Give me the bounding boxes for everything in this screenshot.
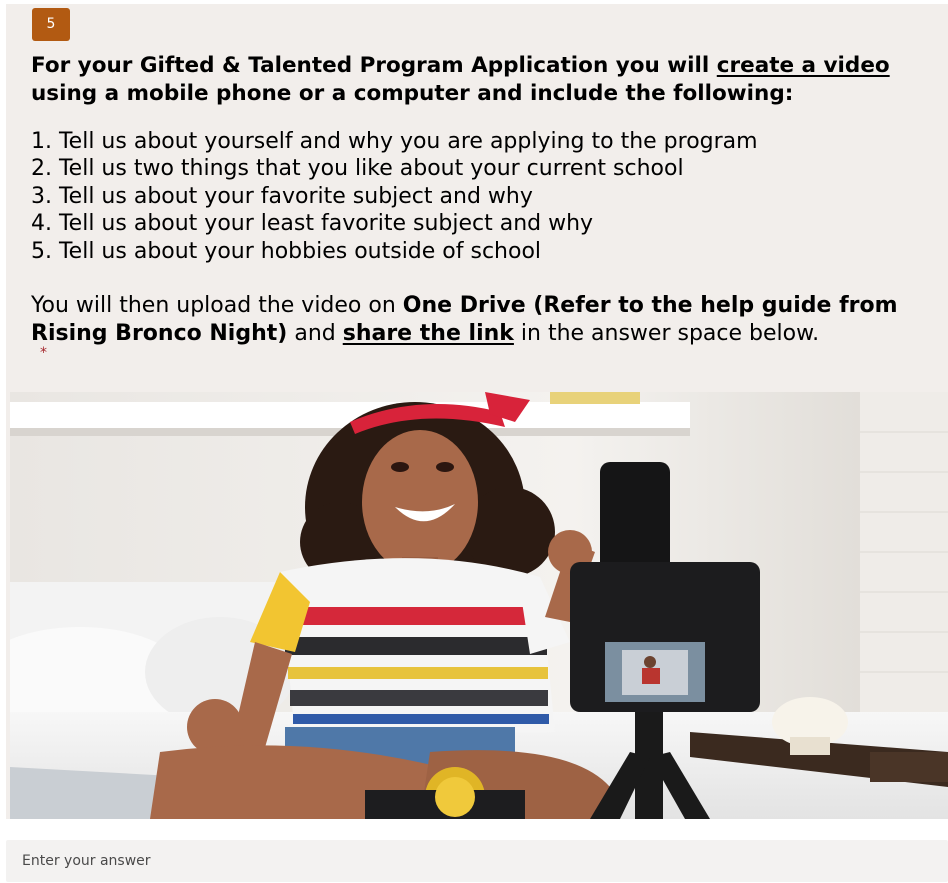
question-image bbox=[10, 392, 948, 819]
requirements-list: 1. Tell us about yourself and why you ar… bbox=[31, 128, 931, 265]
list-item: 4. Tell us about your least favorite sub… bbox=[31, 211, 594, 237]
upload-emphasis-share-link: share the link bbox=[342, 321, 514, 346]
upload-text-3: in the answer space below. bbox=[513, 321, 820, 346]
title-emphasis-create-video: create a video bbox=[716, 53, 890, 78]
title-text-1: For your Gifted & Talented Program Appli… bbox=[31, 53, 717, 78]
list-item: 3. Tell us about your favorite subject a… bbox=[31, 183, 533, 209]
question-title: For your Gifted & Talented Program Appli… bbox=[31, 52, 936, 108]
list-item: 2. Tell us two things that you like abou… bbox=[31, 156, 684, 182]
answer-input[interactable] bbox=[6, 840, 948, 882]
upload-text-2: and bbox=[287, 321, 343, 346]
required-marker: * bbox=[40, 345, 47, 361]
question-number-badge: 5 bbox=[32, 8, 70, 41]
list-item: 1. Tell us about yourself and why you ar… bbox=[31, 129, 758, 154]
upload-text-1: You will then upload the video on bbox=[31, 293, 403, 318]
list-item: 5. Tell us about your hobbies outside of… bbox=[31, 238, 542, 264]
question-image-illustration bbox=[10, 392, 948, 819]
title-text-2: using a mobile phone or a computer and i… bbox=[31, 81, 794, 106]
upload-instructions: You will then upload the video on One Dr… bbox=[31, 292, 946, 348]
question-card: 5 For your Gifted & Talented Program App… bbox=[6, 4, 948, 819]
